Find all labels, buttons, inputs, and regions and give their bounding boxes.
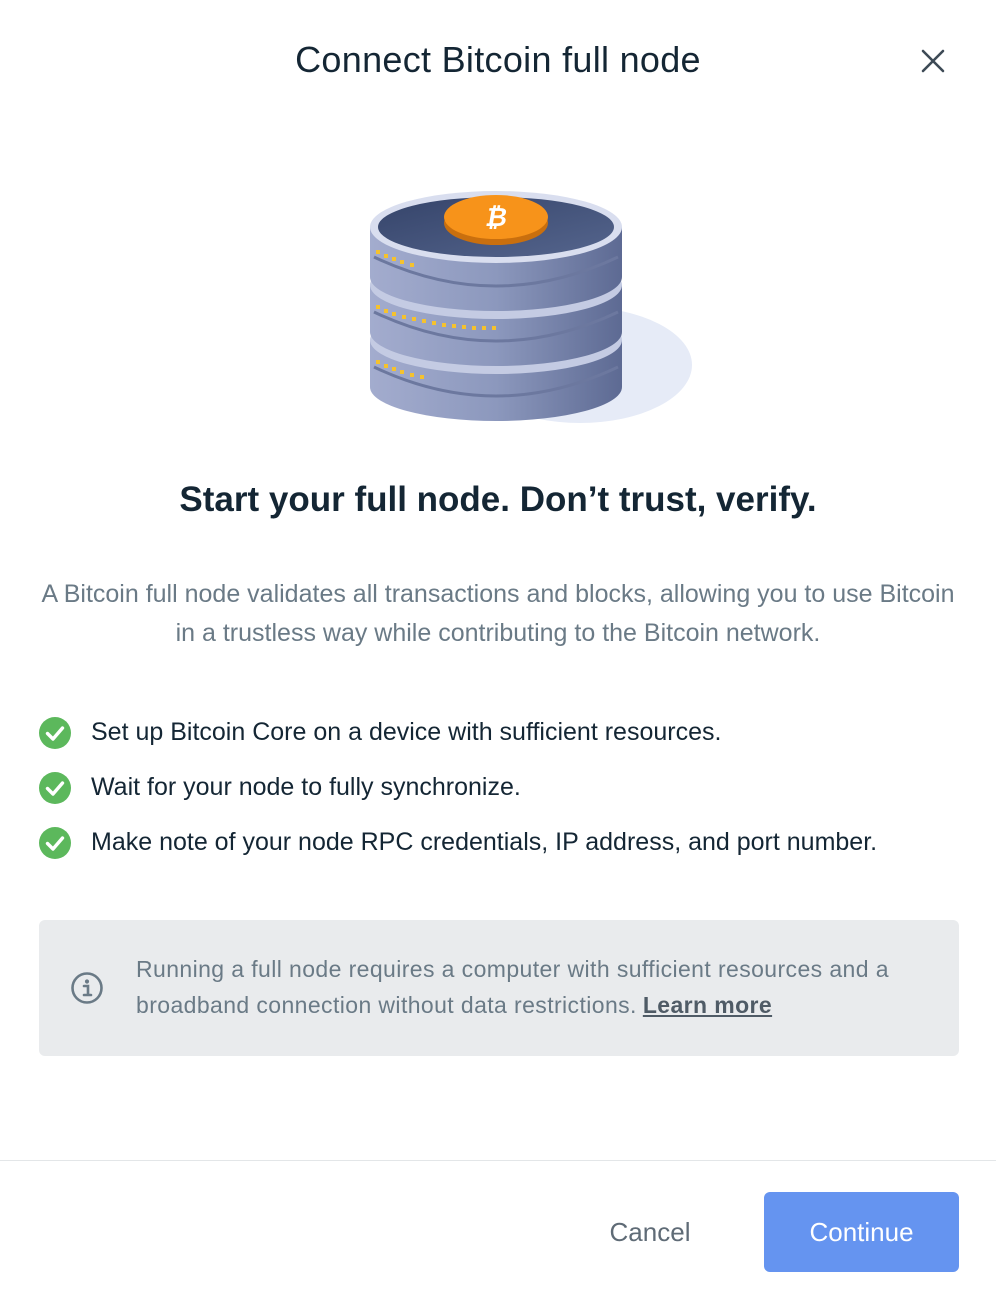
checklist-text: Set up Bitcoin Core on a device with suf…: [91, 718, 722, 746]
list-item: Set up Bitcoin Core on a device with suf…: [38, 705, 978, 760]
list-item: Wait for your node to fully synchronize.: [38, 760, 978, 815]
checklist-text: Wait for your node to fully synchronize.: [91, 773, 521, 801]
check-circle-icon: [39, 771, 71, 804]
checklist-text: Make note of your node RPC credentials, …: [91, 828, 878, 856]
footer-divider: [0, 1160, 996, 1161]
info-message: Running a full node requires a computer …: [136, 956, 889, 1018]
info-icon: [71, 972, 103, 1004]
requirements-checklist: Set up Bitcoin Core on a device with suf…: [38, 705, 978, 870]
learn-more-link[interactable]: Learn more: [643, 992, 772, 1018]
dialog-title: Connect Bitcoin full node: [295, 39, 701, 80]
description: A Bitcoin full node validates all transa…: [41, 580, 955, 647]
bitcoin-node-stack-icon: ₿: [370, 191, 692, 423]
close-button[interactable]: [912, 40, 954, 82]
connect-node-dialog: Connect Bitcoin full node ₿ Start your f…: [0, 0, 996, 1301]
headline: Start your full node. Don’t trust, verif…: [179, 480, 817, 519]
check-circle-icon: [39, 826, 71, 859]
info-banner: Running a full node requires a computer …: [39, 920, 959, 1056]
cancel-button[interactable]: Cancel: [572, 1192, 728, 1272]
continue-button[interactable]: Continue: [764, 1192, 959, 1272]
info-text: Running a full node requires a computer …: [136, 951, 936, 1023]
close-icon: [921, 49, 945, 73]
check-circle-icon: [39, 716, 71, 749]
list-item: Make note of your node RPC credentials, …: [38, 815, 978, 870]
